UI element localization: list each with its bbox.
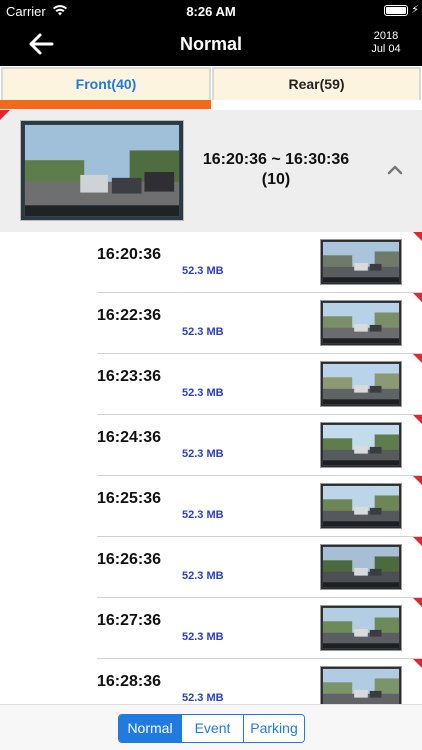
- recording-flag-icon: [413, 232, 422, 241]
- list-item[interactable]: 16:20:36 52.3 MB: [0, 232, 422, 293]
- nav-bar: Normal 2018 Jul 04: [0, 22, 422, 66]
- status-bar: Carrier 8:26 AM ⚡: [0, 0, 422, 22]
- recording-thumbnail: [320, 666, 402, 704]
- date-day: Jul 04: [371, 43, 401, 55]
- page-title: Normal: [179, 34, 242, 54]
- recording-size: 52.3 MB: [182, 387, 224, 399]
- recording-thumbnail: [320, 361, 402, 407]
- date-year: 2018: [373, 30, 399, 42]
- recording-time: 16:23:36: [97, 368, 162, 385]
- recording-thumbnail: [320, 483, 402, 529]
- recording-flag-icon: [413, 476, 422, 485]
- battery-full-icon: [384, 5, 408, 16]
- recording-time: 16:25:36: [97, 490, 162, 507]
- group-thumbnail: [20, 120, 184, 221]
- recording-time: 16:26:36: [97, 551, 162, 568]
- recording-size: 52.3 MB: [182, 326, 224, 338]
- recording-flag-icon: [413, 537, 422, 546]
- recording-time: 16:28:36: [97, 673, 162, 690]
- segment-normal[interactable]: Normal: [119, 715, 181, 742]
- chevron-up-icon[interactable]: [386, 164, 404, 176]
- active-tab-indicator: [0, 100, 211, 109]
- recording-thumbnail: [320, 422, 402, 468]
- recording-thumbnail: [320, 300, 402, 346]
- recording-size: 52.3 MB: [182, 692, 224, 704]
- tab-indicator-track: [211, 100, 422, 109]
- recording-time: 16:22:36: [97, 307, 162, 324]
- recording-size: 52.3 MB: [182, 509, 224, 521]
- group-time-range: 16:20:36 ~ 16:30:36: [202, 151, 350, 168]
- list-item[interactable]: 16:27:36 52.3 MB: [0, 598, 422, 659]
- list-item[interactable]: 16:23:36 52.3 MB: [0, 354, 422, 415]
- recording-thumbnail: [320, 605, 402, 651]
- group-flag-icon: [0, 110, 10, 120]
- recording-time: 16:27:36: [97, 612, 162, 629]
- recording-size: 52.3 MB: [182, 631, 224, 643]
- list-item[interactable]: 16:26:36 52.3 MB: [0, 537, 422, 598]
- group-range: 16:20:36 ~ 16:30:36 (10): [196, 150, 356, 190]
- recording-flag-icon: [413, 598, 422, 607]
- recording-list: 16:20:36 52.3 MB 16:22:36 52.3 MB 16:23:36 52…: [0, 232, 422, 704]
- recording-flag-icon: [413, 354, 422, 363]
- group-count: (10): [261, 171, 291, 188]
- list-item[interactable]: 16:25:36 52.3 MB: [0, 476, 422, 537]
- recording-flag-icon: [413, 415, 422, 424]
- recording-size: 52.3 MB: [182, 570, 224, 582]
- charging-bolt-icon: ⚡: [411, 4, 419, 16]
- recording-thumbnail: [320, 544, 402, 590]
- date-display: 2018 Jul 04: [366, 30, 406, 56]
- bottom-toolbar: Normal Event Parking: [0, 704, 422, 750]
- segment-event[interactable]: Event: [181, 715, 243, 742]
- recording-flag-icon: [413, 659, 422, 668]
- recording-thumbnail: [320, 239, 402, 285]
- mode-segmented-control: Normal Event Parking: [118, 714, 305, 743]
- recording-group-header[interactable]: 16:20:36 ~ 16:30:36 (10): [0, 110, 422, 232]
- list-item[interactable]: 16:28:36 52.3 MB: [0, 659, 422, 704]
- recording-size: 52.3 MB: [182, 265, 224, 277]
- tab-rear[interactable]: Rear(59): [212, 67, 421, 102]
- recording-time: 16:20:36: [97, 246, 162, 263]
- recording-flag-icon: [413, 293, 422, 302]
- recording-time: 16:24:36: [97, 429, 162, 446]
- recording-size: 52.3 MB: [182, 448, 224, 460]
- segment-parking[interactable]: Parking: [243, 715, 304, 742]
- list-item[interactable]: 16:22:36 52.3 MB: [0, 293, 422, 354]
- tab-front[interactable]: Front(40): [1, 67, 211, 102]
- status-time: 8:26 AM: [186, 4, 236, 19]
- top-bar: Carrier 8:26 AM ⚡ Normal 2018 Jul 04: [0, 0, 422, 66]
- list-item[interactable]: 16:24:36 52.3 MB: [0, 415, 422, 476]
